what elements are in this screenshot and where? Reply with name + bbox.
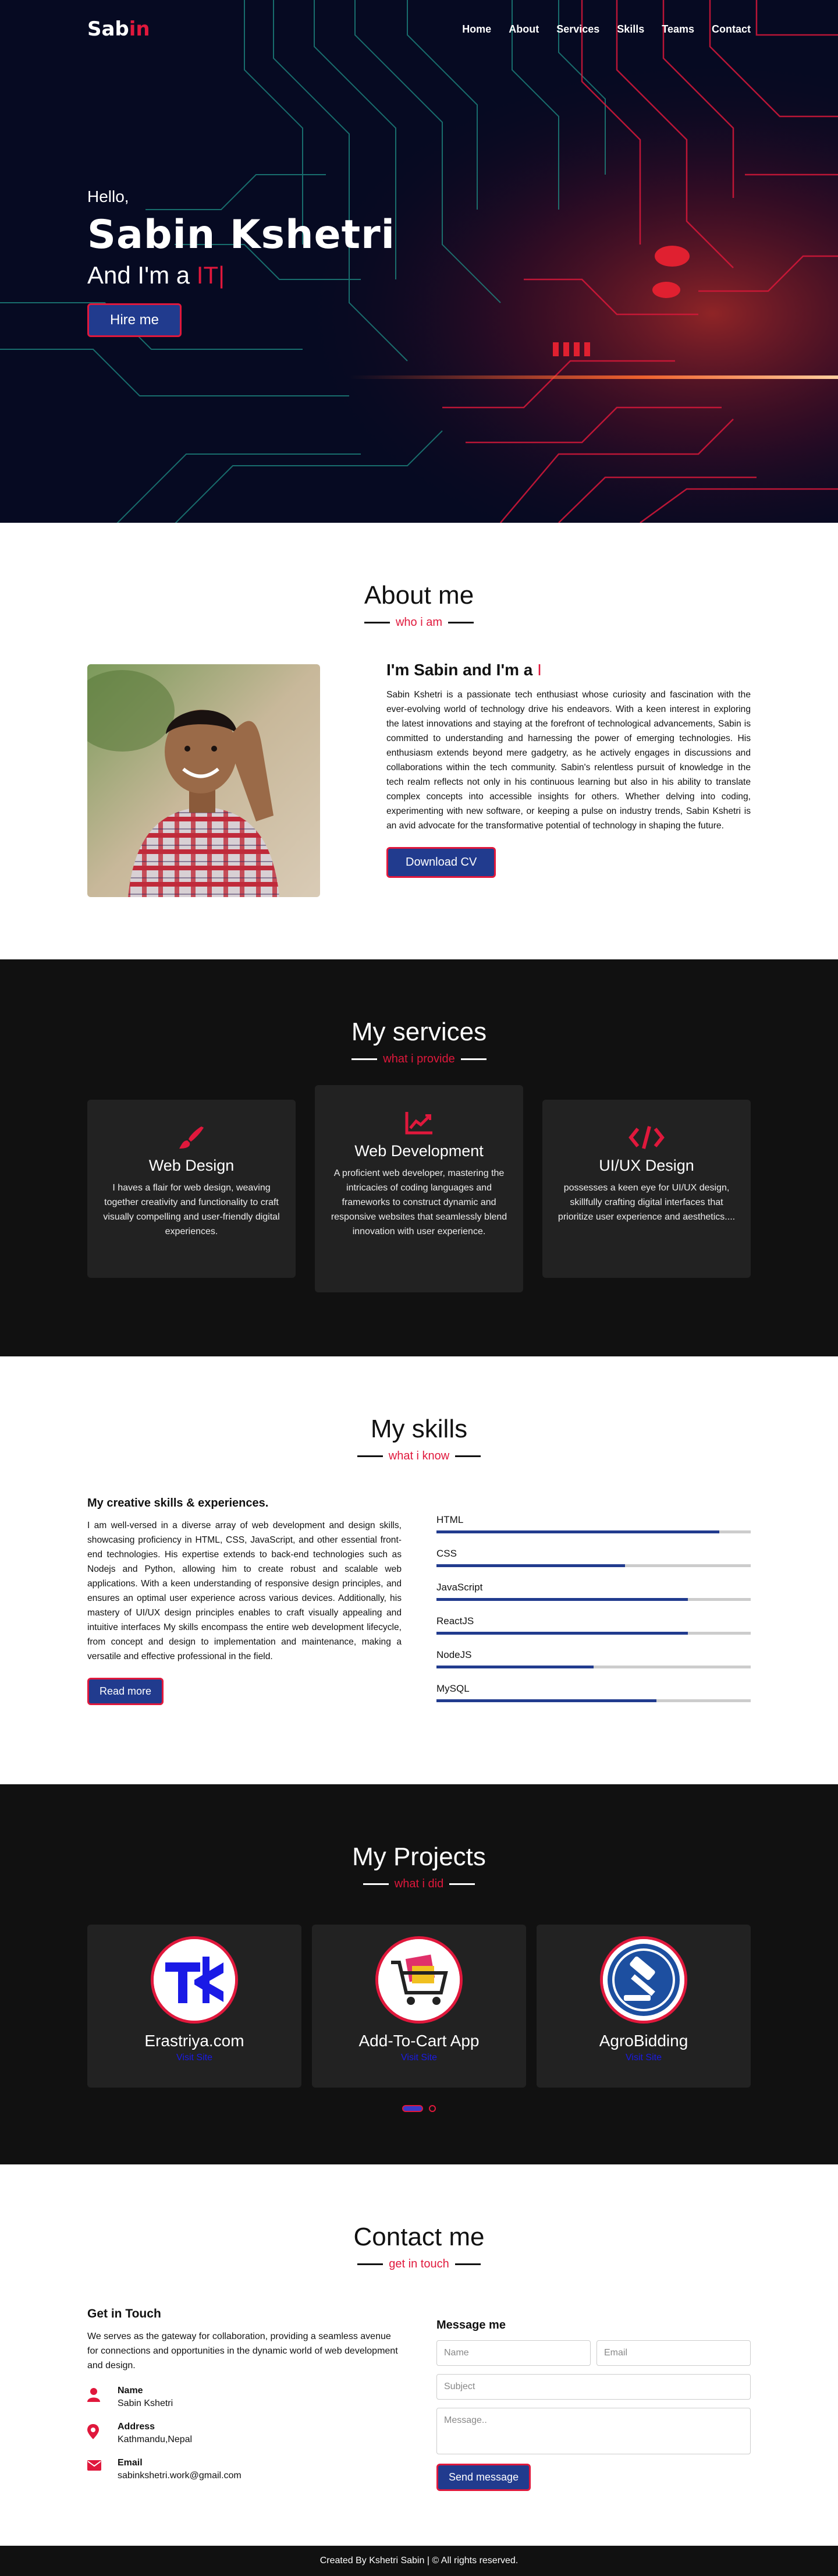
hero-role: And I'm a IT| xyxy=(87,261,225,289)
contact-heading: Get in Touch xyxy=(87,2307,161,2320)
about-heading: I'm Sabin and I'm a I xyxy=(386,661,542,679)
hero-content: Hello, Sabin Kshetri And I'm a IT| Hire … xyxy=(87,187,395,337)
contact-paragraph: We serves as the gateway for collaborati… xyxy=(87,2331,398,2371)
projects-section: My Projects what i did Erastriya.com Vis… xyxy=(0,1784,838,2164)
skill-fill xyxy=(436,1598,688,1601)
site-logo[interactable]: Sabin xyxy=(87,17,150,41)
user-icon xyxy=(87,2386,118,2409)
about-section: About me who i am I'm Sabin and I'm a I … xyxy=(0,523,838,959)
carousel-dot[interactable] xyxy=(429,2105,436,2112)
contact-subtitle: get in touch xyxy=(0,2258,838,2271)
send-message-button[interactable]: Send message xyxy=(436,2464,531,2491)
download-cv-button[interactable]: Download CV xyxy=(386,847,496,878)
carousel-pagination xyxy=(0,2105,838,2112)
name-input[interactable]: Name xyxy=(436,2340,591,2366)
hero-greeting: Hello, xyxy=(87,187,129,205)
projects-subtitle: what i did xyxy=(0,1877,838,1891)
contact-info-address: Address Kathmandu,Nepal xyxy=(87,2422,402,2445)
skills-paragraph: I am well-versed in a diverse array of w… xyxy=(87,1521,402,1661)
contact-section: Contact me get in touch Get in Touch We … xyxy=(0,2164,838,2546)
nav-item-about[interactable]: About xyxy=(509,23,539,36)
project-card-agrobidding[interactable]: AgroBidding Visit Site xyxy=(537,1925,751,2088)
skill-html: HTML xyxy=(436,1514,751,1533)
skills-subtitle: what i know xyxy=(0,1450,838,1463)
skill-fill xyxy=(436,1632,688,1635)
gavel-icon xyxy=(600,1936,687,2024)
service-card-web-design[interactable]: Web Design I haves a flair for web desig… xyxy=(87,1100,296,1278)
about-subtitle: who i am xyxy=(0,616,838,629)
hero-section: Hello, Sabin Kshetri And I'm a IT| Hire … xyxy=(0,0,838,523)
read-more-button[interactable]: Read more xyxy=(87,1678,164,1705)
skill-reactjs: ReactJS xyxy=(436,1615,751,1635)
message-form-heading: Message me xyxy=(436,2319,506,2331)
navbar: Sabin Home About Services Skills Teams C… xyxy=(0,0,838,58)
contact-info-name: Name Sabin Kshetri xyxy=(87,2386,402,2409)
envelope-icon xyxy=(87,2458,118,2481)
message-textarea[interactable]: Message.. xyxy=(436,2408,751,2454)
map-marker-icon xyxy=(87,2422,118,2445)
skill-fill xyxy=(436,1666,594,1668)
skills-title: My skills xyxy=(370,1415,468,1443)
contact-title: Contact me xyxy=(353,2223,485,2251)
email-input[interactable]: Email xyxy=(596,2340,751,2366)
about-title: About me xyxy=(364,581,474,610)
projects-title: My Projects xyxy=(352,1842,486,1871)
skills-heading: My creative skills & experiences. xyxy=(87,1497,269,1510)
skill-javascript: JavaScript xyxy=(436,1582,751,1601)
nav-item-teams[interactable]: Teams xyxy=(662,23,694,36)
about-paragraph: Sabin Kshetri is a passionate tech enthu… xyxy=(386,690,751,831)
services-title: My services xyxy=(351,1018,487,1046)
visit-site-link[interactable]: Visit Site xyxy=(87,2053,301,2063)
skill-fill xyxy=(436,1564,625,1567)
skill-mysql: MySQL xyxy=(436,1683,751,1702)
hire-me-button[interactable]: Hire me xyxy=(87,303,182,337)
code-icon xyxy=(558,1123,736,1152)
chart-line-icon xyxy=(330,1108,508,1138)
nav-item-contact[interactable]: Contact xyxy=(712,23,751,36)
services-section: My services what i provide Web Design I … xyxy=(0,959,838,1356)
subject-input[interactable]: Subject xyxy=(436,2374,751,2400)
skill-css: CSS xyxy=(436,1548,751,1567)
hero-name: Sabin Kshetri xyxy=(87,212,395,258)
paint-brush-icon xyxy=(102,1123,280,1152)
nav-item-services[interactable]: Services xyxy=(556,23,599,36)
service-card-ui-ux-design[interactable]: UI/UX Design possesses a keen eye for UI… xyxy=(542,1100,751,1278)
nav-menu: Home About Services Skills Teams Contact xyxy=(462,23,751,36)
project-card-add-to-cart[interactable]: Add-To-Cart App Visit Site xyxy=(312,1925,526,2088)
project-card-erastriya[interactable]: Erastriya.com Visit Site xyxy=(87,1925,301,2088)
nav-item-skills[interactable]: Skills xyxy=(617,23,644,36)
typed-text: IT xyxy=(196,261,219,289)
profile-photo xyxy=(87,664,320,897)
erastriya-logo-icon xyxy=(151,1936,238,2024)
carousel-dot-active[interactable] xyxy=(402,2105,423,2112)
footer: Created By Kshetri Sabin | © All rights … xyxy=(0,2546,838,2576)
skill-fill xyxy=(436,1699,656,1702)
skills-section: My skills what i know My creative skills… xyxy=(0,1356,838,1784)
nav-item-home[interactable]: Home xyxy=(462,23,491,36)
shopping-cart-icon xyxy=(375,1936,463,2024)
skill-fill xyxy=(436,1530,719,1533)
service-card-web-development[interactable]: Web Development A proficient web develop… xyxy=(315,1085,523,1292)
typing-caret: | xyxy=(218,261,225,289)
visit-site-link[interactable]: Visit Site xyxy=(312,2053,526,2063)
footer-text: Created By Kshetri Sabin | © All rights … xyxy=(319,2556,519,2566)
skill-nodejs: NodeJS xyxy=(436,1649,751,1668)
services-subtitle: what i provide xyxy=(0,1053,838,1066)
visit-site-link[interactable]: Visit Site xyxy=(537,2053,751,2063)
skill-bars: HTML CSS JavaScript ReactJS NodeJS MySQL xyxy=(436,1497,751,1717)
contact-info-email: Email sabinkshetri.work@gmail.com xyxy=(87,2458,402,2481)
